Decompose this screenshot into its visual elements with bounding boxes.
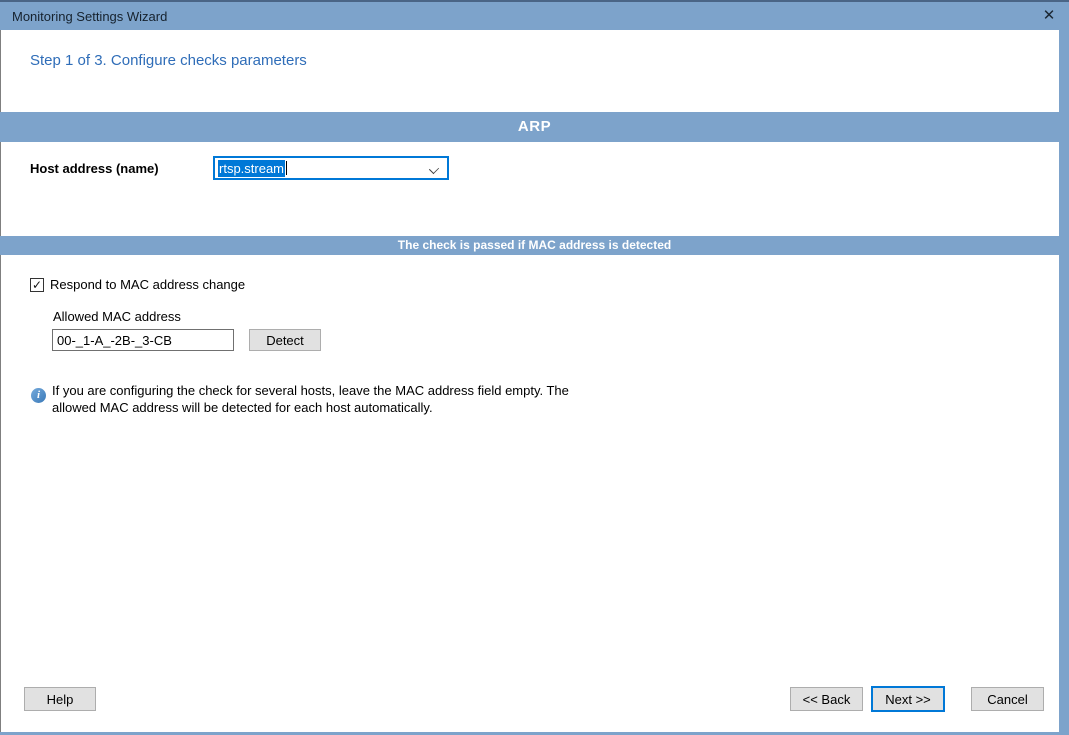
- respond-mac-checkbox-label: Respond to MAC address change: [50, 277, 245, 292]
- step-heading: Step 1 of 3. Configure checks parameters: [30, 52, 307, 69]
- detect-button[interactable]: Detect: [249, 329, 321, 351]
- allowed-mac-input[interactable]: [52, 329, 234, 351]
- respond-mac-checkbox-row[interactable]: ✓ Respond to MAC address change: [30, 277, 245, 292]
- allowed-mac-label: Allowed MAC address: [53, 309, 181, 324]
- next-button[interactable]: Next >>: [871, 686, 945, 712]
- close-icon: ✕: [1043, 6, 1056, 24]
- host-address-label: Host address (name): [30, 161, 159, 176]
- chevron-down-icon[interactable]: [429, 164, 439, 174]
- checkbox-checked-icon[interactable]: ✓: [30, 278, 44, 292]
- section-header-arp: ARP: [0, 112, 1069, 142]
- info-note-text: If you are configuring the check for sev…: [52, 383, 597, 416]
- window-title: Monitoring Settings Wizard: [12, 9, 167, 24]
- text-caret: [286, 161, 287, 175]
- close-button[interactable]: ✕: [1031, 2, 1067, 28]
- host-address-selected-text: rtsp.stream: [218, 160, 285, 177]
- host-address-combobox[interactable]: rtsp.stream: [213, 156, 449, 180]
- title-bar: Monitoring Settings Wizard: [0, 0, 1069, 30]
- info-icon-glyph: i: [37, 389, 40, 401]
- info-icon: i: [31, 388, 46, 403]
- cancel-button[interactable]: Cancel: [971, 687, 1044, 711]
- back-button[interactable]: << Back: [790, 687, 863, 711]
- check-glyph: ✓: [32, 279, 42, 291]
- wizard-dialog: Monitoring Settings Wizard ✕ Step 1 of 3…: [0, 0, 1069, 735]
- help-button[interactable]: Help: [24, 687, 96, 711]
- condition-header: The check is passed if MAC address is de…: [0, 236, 1069, 255]
